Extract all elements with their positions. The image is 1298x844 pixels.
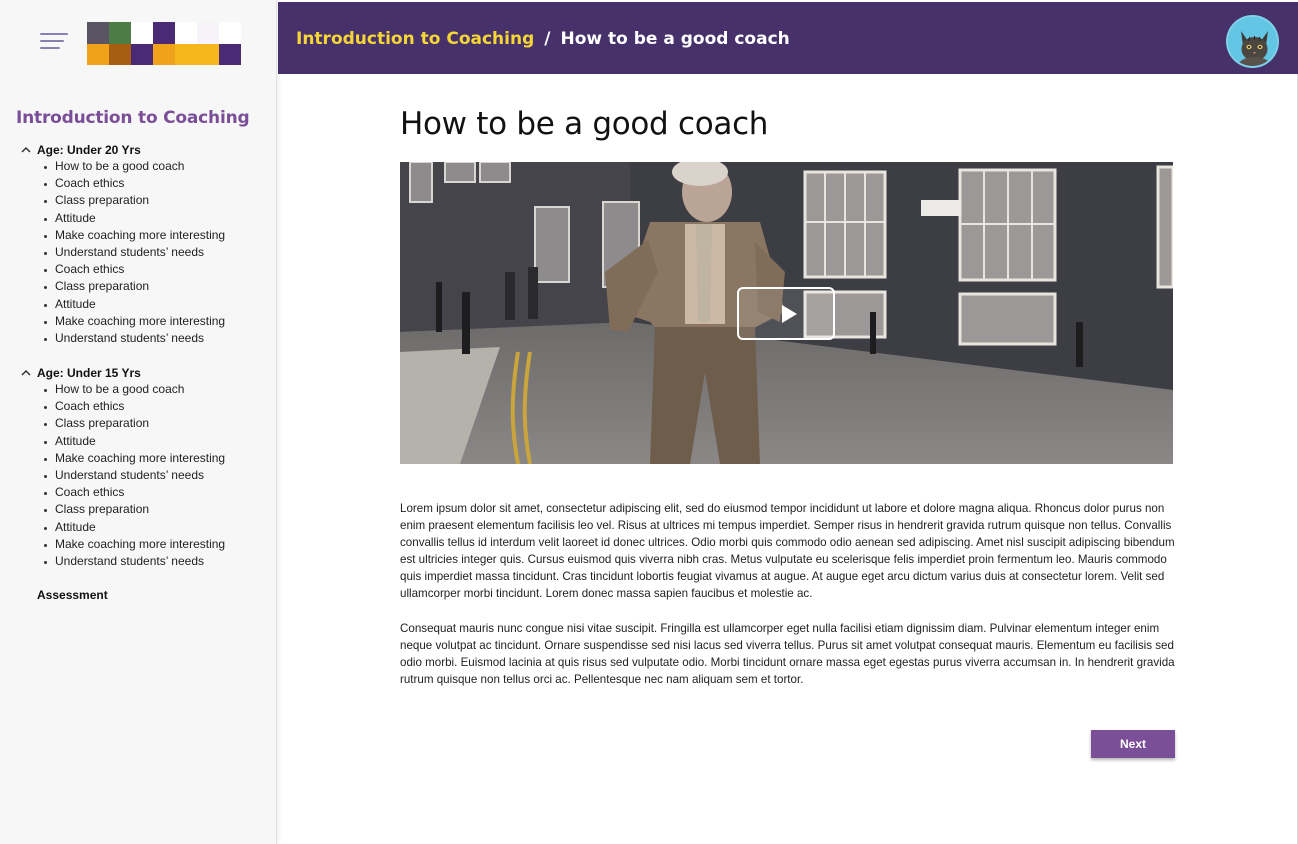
lesson-list: How to be a good coach Coach ethics Clas… bbox=[43, 158, 225, 347]
lesson-item[interactable]: Attitude bbox=[43, 296, 225, 313]
sidebar-section-under-15: Age: Under 15 Yrs How to be a good coach… bbox=[20, 364, 225, 570]
breadcrumb-separator: / bbox=[544, 29, 551, 49]
lesson-item[interactable]: Class preparation bbox=[43, 501, 225, 518]
next-button[interactable]: Next bbox=[1091, 730, 1175, 758]
breadcrumb-course-link[interactable]: Introduction to Coaching bbox=[296, 29, 534, 49]
lesson-item[interactable]: Make coaching more interesting bbox=[43, 536, 225, 553]
lesson-item[interactable]: Understand students’ needs bbox=[43, 553, 225, 570]
brand-logo bbox=[87, 22, 241, 65]
lesson-item[interactable]: Attitude bbox=[43, 433, 225, 450]
sidebar-course-title[interactable]: Introduction to Coaching bbox=[16, 108, 250, 128]
body-paragraph: Lorem ipsum dolor sit amet, consectetur … bbox=[400, 502, 1175, 601]
lesson-item[interactable]: How to be a good coach bbox=[43, 381, 225, 398]
breadcrumb-current-lesson: How to be a good coach bbox=[560, 29, 790, 49]
lesson-item[interactable]: Understand students’ needs bbox=[43, 467, 225, 484]
lesson-item[interactable]: Coach ethics bbox=[43, 484, 225, 501]
lesson-item[interactable]: Understand students’ needs bbox=[43, 244, 225, 261]
play-button[interactable] bbox=[737, 287, 835, 340]
lesson-item[interactable]: Class preparation bbox=[43, 192, 225, 209]
top-header: Introduction to Coaching / How to be a g… bbox=[278, 2, 1298, 74]
breadcrumb: Introduction to Coaching / How to be a g… bbox=[296, 29, 790, 49]
lesson-item[interactable]: How to be a good coach bbox=[43, 158, 225, 175]
sidebar-assessment-link[interactable]: Assessment bbox=[37, 588, 108, 602]
body-paragraph: Consequat mauris nunc congue nisi vitae … bbox=[400, 622, 1175, 687]
hamburger-menu-icon[interactable] bbox=[40, 33, 68, 49]
lesson-list: How to be a good coach Coach ethics Clas… bbox=[43, 381, 225, 570]
lesson-item[interactable]: Coach ethics bbox=[43, 398, 225, 415]
lesson-item[interactable]: Attitude bbox=[43, 519, 225, 536]
sidebar: Introduction to Coaching Age: Under 20 Y… bbox=[0, 0, 277, 844]
lesson-item[interactable]: Make coaching more interesting bbox=[43, 450, 225, 467]
chevron-up-icon[interactable] bbox=[20, 145, 32, 155]
lesson-item[interactable]: Class preparation bbox=[43, 278, 225, 295]
section-header-under-15[interactable]: Age: Under 15 Yrs bbox=[20, 364, 225, 381]
sidebar-section-under-20: Age: Under 20 Yrs How to be a good coach… bbox=[20, 141, 225, 347]
lesson-item[interactable]: Attitude bbox=[43, 210, 225, 227]
cat-avatar-icon bbox=[1228, 17, 1277, 66]
section-title: Age: Under 20 Yrs bbox=[37, 142, 141, 157]
lesson-item[interactable]: Coach ethics bbox=[43, 261, 225, 278]
lesson-item[interactable]: Understand students’ needs bbox=[43, 330, 225, 347]
section-header-under-20[interactable]: Age: Under 20 Yrs bbox=[20, 141, 225, 158]
lesson-item[interactable]: Make coaching more interesting bbox=[43, 313, 225, 330]
lesson-item[interactable]: Class preparation bbox=[43, 415, 225, 432]
user-avatar[interactable] bbox=[1226, 15, 1279, 68]
lesson-item[interactable]: Coach ethics bbox=[43, 175, 225, 192]
lesson-item[interactable]: Make coaching more interesting bbox=[43, 227, 225, 244]
page-title: How to be a good coach bbox=[400, 106, 769, 142]
section-title: Age: Under 15 Yrs bbox=[37, 365, 141, 380]
video-player[interactable] bbox=[400, 162, 1173, 464]
chevron-up-icon[interactable] bbox=[20, 368, 32, 378]
